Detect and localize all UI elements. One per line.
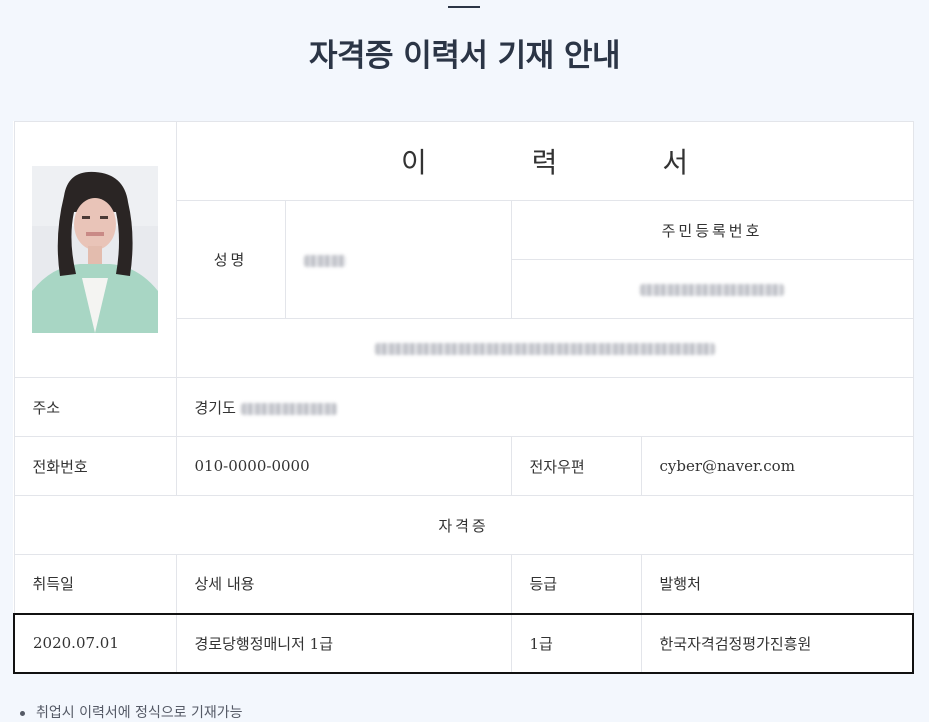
address-text: 경기도 [194,398,236,417]
cert-data-row: 2020.07.01 경로당행정매니저 1급 1급 한국자격검정평가진흥원 [13,612,915,674]
column-header: 등급 [510,554,642,614]
redacted-info [374,343,715,355]
cert-date: 2020.07.01 [13,612,177,674]
resume-table: 이 력 서 성명 주민등록번호 주소 경기도 전화번호 010-0000-000… [13,121,915,674]
phone-label: 전화번호 [13,436,177,496]
note-text: 취업시 이력서에 정식으로 기재가능 [36,705,243,721]
contact-row: 전화번호 010-0000-0000 전자우편 cyber@naver.com [13,436,914,496]
column-header: 취득일 [13,554,177,614]
cert-header-row: 취득일 상세 내용 등급 발행처 [13,554,914,614]
email-value: cyber@naver.com [640,436,914,496]
address-row: 주소 경기도 [13,377,914,437]
cert-issuer: 한국자격검정평가진흥원 [640,612,915,674]
address-value: 경기도 [175,377,914,437]
email-label: 전자우편 [510,436,642,496]
id-number-value [510,259,914,319]
column-header: 발행처 [640,554,914,614]
cert-detail: 경로당행정매니저 1급 [175,612,512,674]
note-item: 취업시 이력서에 정식으로 기재가능 [20,702,243,722]
title-accent-bar [448,6,480,8]
resume-title-row: 이 력 서 [13,121,914,378]
name-label: 성명 [175,200,286,319]
cert-grade: 1급 [510,612,642,674]
bullet-dot-icon [20,710,25,716]
resume-doc-title: 이 력 서 [175,121,914,201]
page-title: 자격증 이력서 기재 안내 [308,38,621,74]
photo-cell [13,121,177,378]
cert-section-row: 자격증 [13,495,914,555]
redacted-address [240,402,337,415]
column-header: 상세 내용 [175,554,512,614]
id-number-label: 주민등록번호 [510,200,914,260]
name-value [284,200,512,319]
doc-title-char: 서 [662,146,689,179]
profile-photo [32,166,158,333]
phone-value: 010-0000-0000 [175,436,512,496]
redacted-info-value [175,318,914,378]
doc-title-char: 이 [400,146,427,179]
redacted-name [303,254,346,267]
redacted-id-number [640,284,785,296]
doc-title-char: 력 [531,146,558,179]
cert-section-title: 자격증 [13,495,914,555]
address-label: 주소 [13,377,177,437]
